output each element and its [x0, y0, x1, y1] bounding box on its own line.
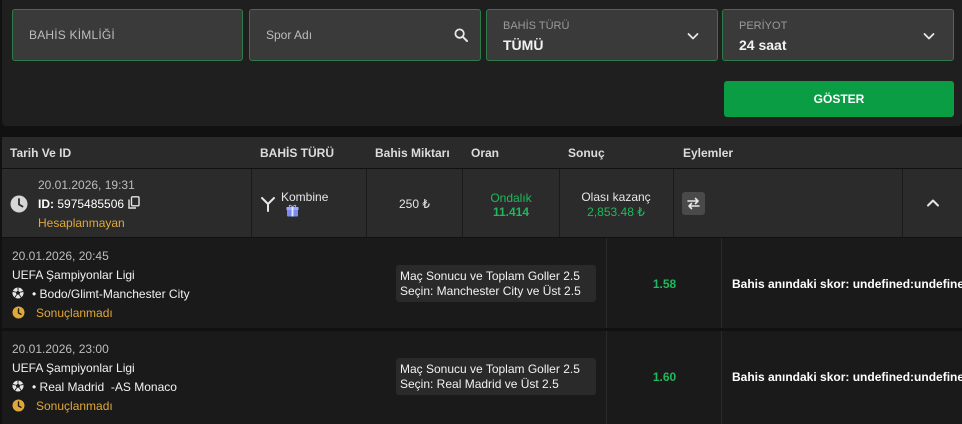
bet-type: Kombine: [281, 190, 329, 204]
selection-row: 20.01.2026, 20:45 UEFA Şampiyonlar Ligi …: [2, 238, 962, 328]
period-label: PERİYOT: [739, 20, 788, 32]
sport-name-input[interactable]: [250, 10, 480, 60]
event-league: UEFA Şampiyonlar Ligi: [12, 361, 135, 375]
filter-panel: BAHİS TÜRÜ TÜMÜ PERİYOT 24 saat GÖSTER: [2, 0, 962, 126]
total-odds: 11.414: [492, 205, 530, 219]
market-name: Maç Sonucu ve Toplam Goller 2.5: [400, 362, 580, 376]
swap-arrows-icon: [687, 197, 700, 210]
chevron-down-icon: [923, 33, 935, 40]
bet-type-select[interactable]: BAHİS TÜRÜ TÜMÜ: [486, 9, 718, 61]
bet-id: ID: 5975485506: [38, 197, 124, 211]
divider: [902, 169, 903, 237]
gift-icon: [286, 204, 299, 217]
chevron-down-icon: [687, 33, 699, 40]
chevron-up-icon: [927, 199, 939, 207]
cashout-button[interactable]: [682, 192, 705, 215]
market-name: Maç Sonucu ve Toplam Goller 2.5: [400, 269, 580, 283]
bet-date: 20.01.2026, 19:31: [38, 178, 135, 192]
selection-row: 20.01.2026, 23:00 UEFA Şampiyonlar Ligi …: [2, 331, 962, 424]
table-header: Tarih Ve ID BAHİS TÜRÜ Bahis Miktarı Ora…: [2, 137, 962, 168]
bet-status: Hesaplanmayan: [38, 216, 125, 230]
bet-type-label: BAHİS TÜRÜ: [503, 20, 570, 32]
market-pick: Seçin: Manchester City ve Üst 2.5: [400, 284, 581, 298]
bet-id-input[interactable]: [13, 10, 242, 60]
search-icon[interactable]: [454, 28, 468, 42]
column-amount: Bahis Miktarı: [375, 146, 450, 160]
potential-win-label: Olası kazanç: [581, 190, 651, 204]
selection-odd: 1.60: [652, 370, 677, 384]
period-value: 24 saat: [739, 37, 787, 53]
event-status: Sonuçlanmadı: [36, 399, 113, 413]
divider: [673, 169, 674, 237]
collapse-button[interactable]: [904, 169, 962, 237]
bet-id-label: ID:: [38, 197, 54, 211]
column-actions: Eylemler: [683, 146, 734, 160]
bet-type-value: TÜMÜ: [503, 37, 544, 53]
column-odds: Oran: [471, 146, 500, 160]
odds-format: Ondalık: [490, 191, 532, 205]
event-date: 20.01.2026, 23:00: [12, 342, 109, 356]
soccer-ball-icon: [12, 287, 24, 299]
event-match: • Real Madrid -AS Monaco: [32, 380, 177, 394]
event-match: • Bodo/Glimt-Manchester City: [32, 287, 190, 301]
bet-amount: 250 ₺: [399, 197, 430, 211]
clock-icon: [10, 195, 28, 213]
score-at-bet: Bahis anındaki skor: undefined:undefined: [732, 277, 962, 291]
divider: [251, 169, 252, 237]
copy-icon[interactable]: [128, 196, 140, 209]
event-date: 20.01.2026, 20:45: [12, 249, 109, 263]
market-pick: Seçin: Real Madrid ve Üst 2.5: [400, 377, 559, 391]
selection-odd: 1.58: [652, 277, 677, 291]
event-league: UEFA Şampiyonlar Ligi: [12, 268, 135, 282]
column-result: Sonuç: [568, 146, 605, 160]
bet-id-value: 5975485506: [57, 197, 125, 211]
sport-name-field[interactable]: [249, 9, 481, 61]
soccer-ball-icon: [12, 380, 24, 392]
bet-id-field[interactable]: [12, 9, 243, 61]
combo-fork-icon: [261, 197, 275, 212]
potential-win-value: 2,853.48 ₺: [587, 205, 645, 219]
clock-icon: [12, 306, 25, 319]
show-button[interactable]: GÖSTER: [724, 81, 954, 117]
period-select[interactable]: PERİYOT 24 saat: [722, 9, 954, 61]
event-status: Sonuçlanmadı: [36, 306, 113, 320]
column-bet-type: BAHİS TÜRÜ: [260, 146, 334, 160]
score-at-bet: Bahis anındaki skor: undefined:undefined: [732, 370, 962, 384]
bet-row[interactable]: 20.01.2026, 19:31 ID: 5975485506 Hesapla…: [2, 169, 962, 237]
market-box: Maç Sonucu ve Toplam Goller 2.5 Seçin: R…: [396, 358, 596, 395]
clock-icon: [12, 399, 25, 412]
market-box: Maç Sonucu ve Toplam Goller 2.5 Seçin: M…: [396, 265, 596, 302]
column-date-id: Tarih Ve ID: [10, 146, 72, 160]
